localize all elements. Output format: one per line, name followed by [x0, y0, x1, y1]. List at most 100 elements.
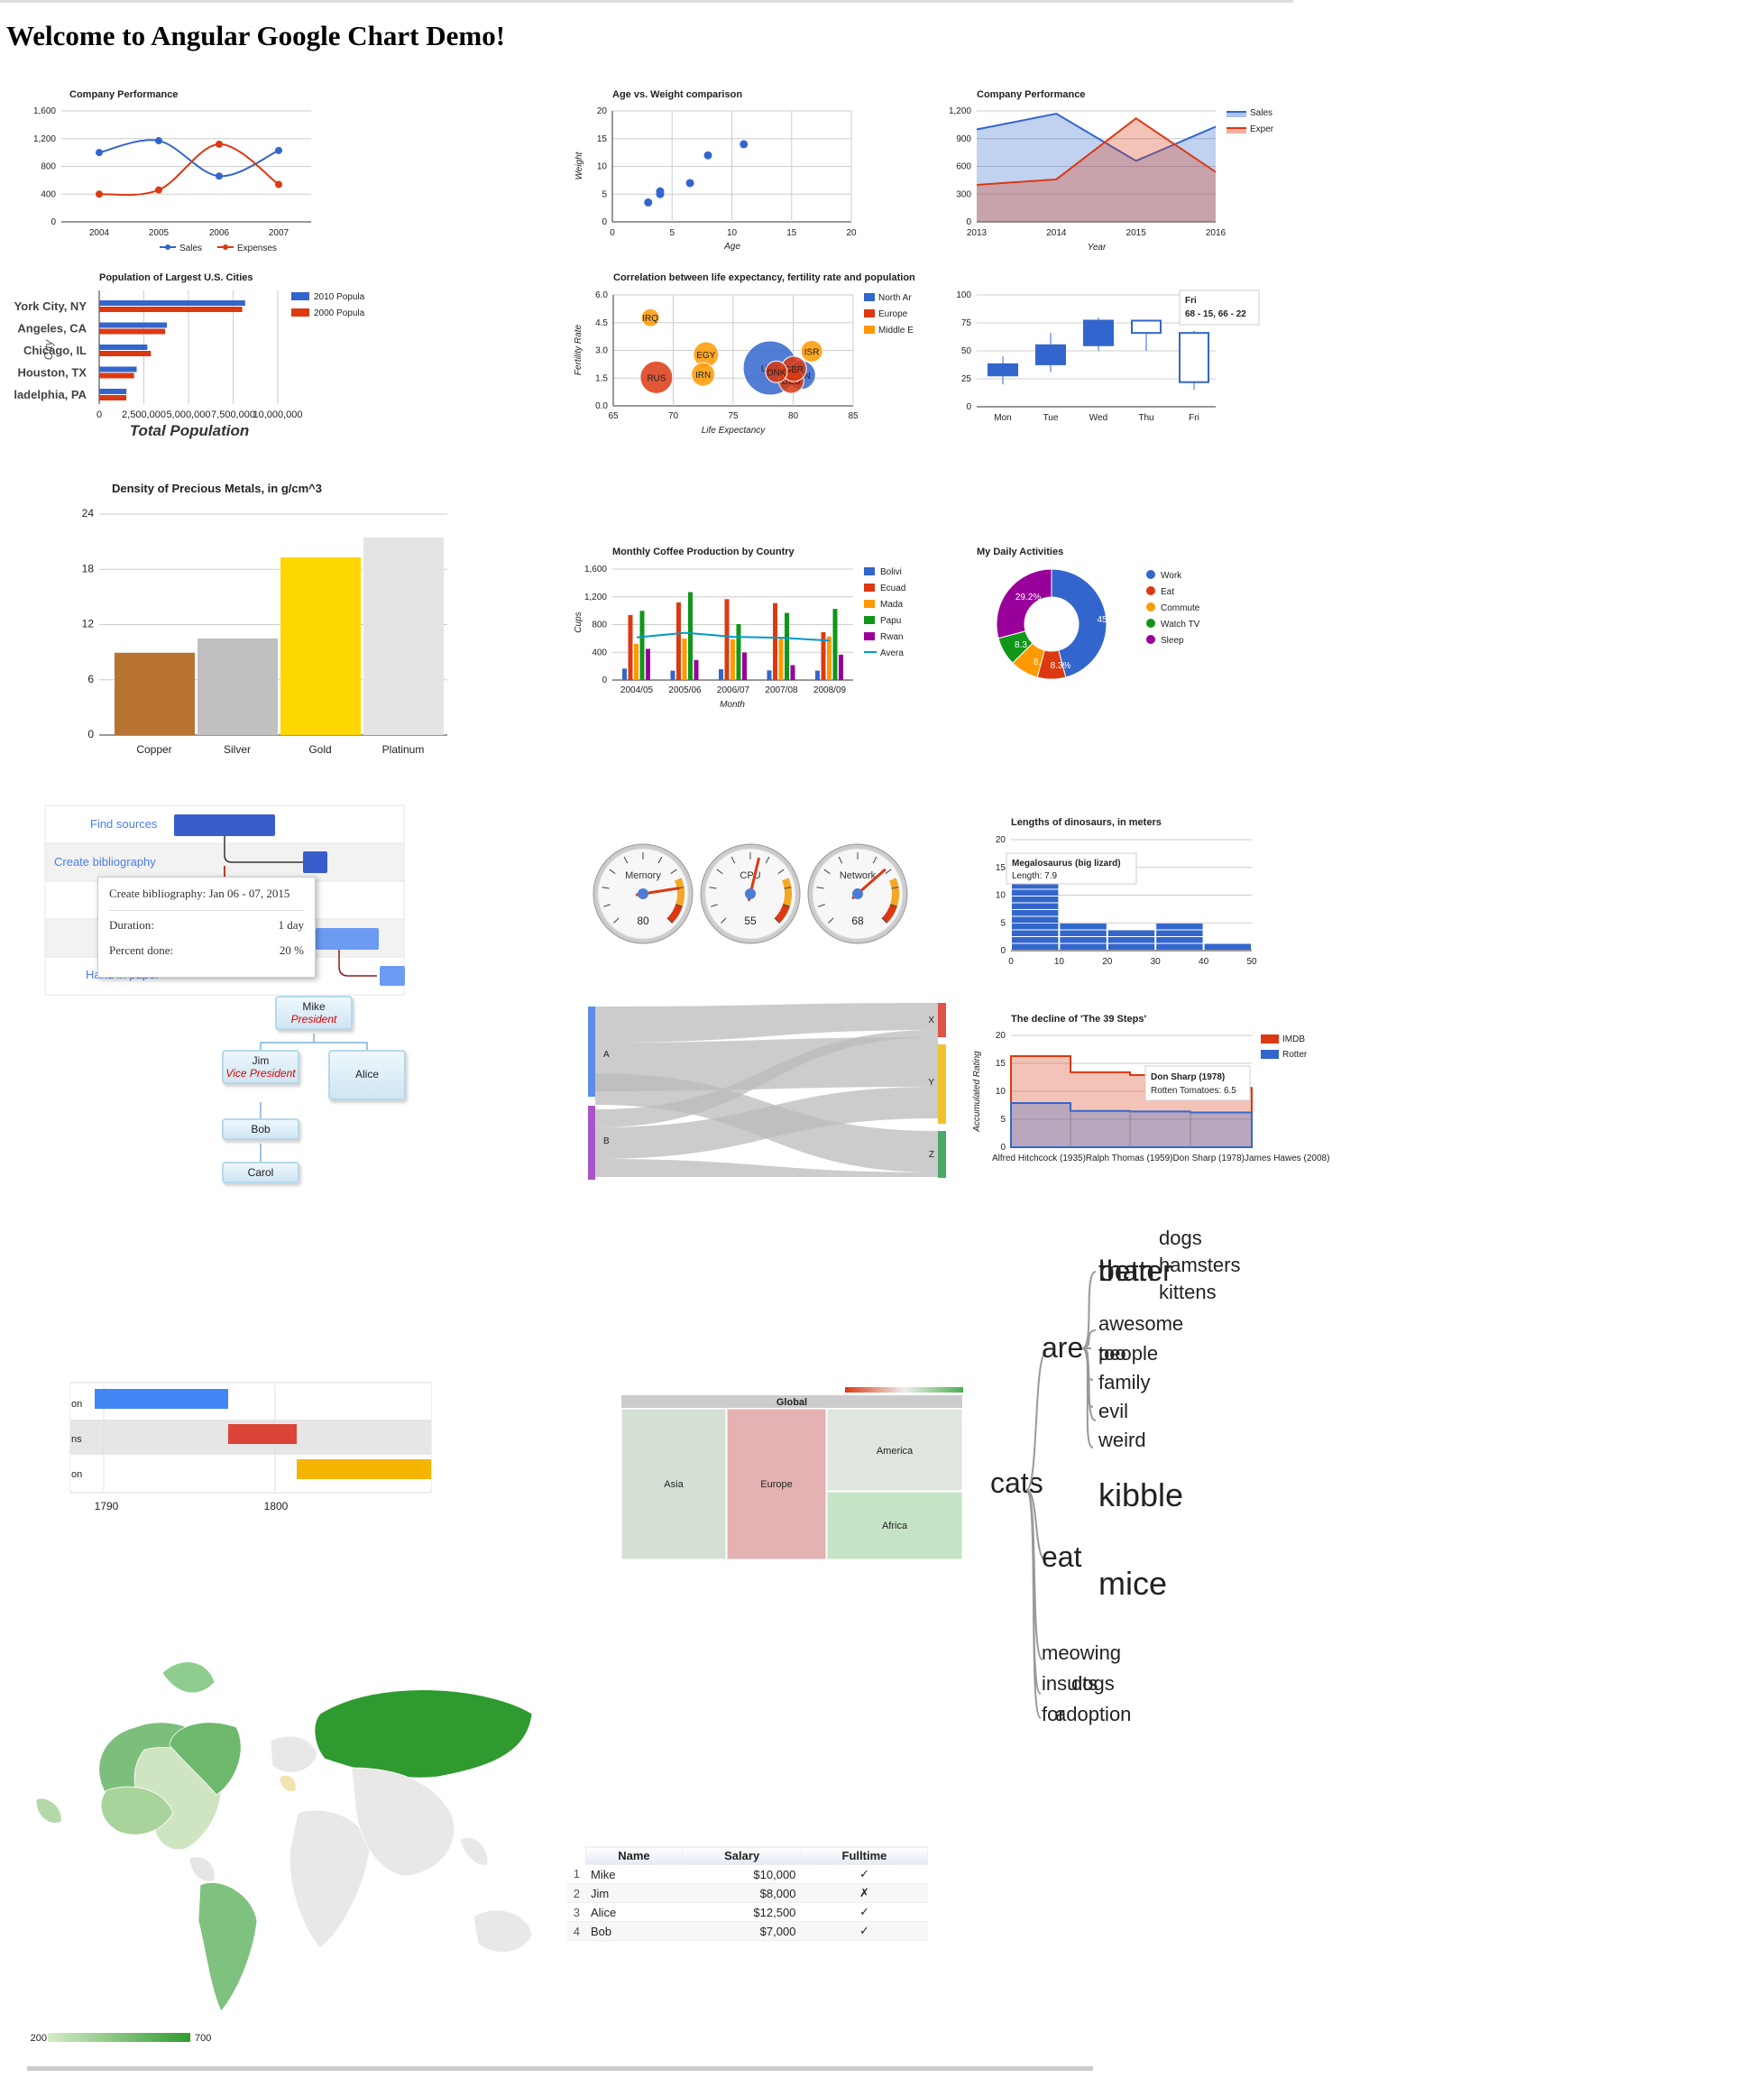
bar[interactable]	[628, 614, 633, 680]
org-node-carol[interactable]: Carol	[222, 1162, 299, 1183]
table-row[interactable]: 2 Jim $8,000 ✗	[567, 1883, 928, 1903]
bar[interactable]	[99, 389, 127, 394]
histogram-cell[interactable]	[1012, 889, 1059, 896]
histogram-cell[interactable]	[1107, 936, 1155, 943]
histogram-cell[interactable]	[1107, 930, 1155, 936]
histogram-cell[interactable]	[1012, 903, 1059, 909]
candle-body[interactable]	[1131, 319, 1162, 335]
bar[interactable]	[785, 612, 789, 680]
bar[interactable]	[99, 372, 134, 379]
map-region[interactable]	[314, 1689, 533, 1779]
map-region[interactable]	[188, 1856, 216, 1882]
org-node-mike[interactable]: Mike President	[275, 996, 353, 1030]
bar[interactable]	[670, 670, 675, 680]
data-point[interactable]	[155, 186, 162, 194]
org-node-jim[interactable]: Jim Vice President	[222, 1050, 299, 1084]
org-node-bob[interactable]: Bob	[222, 1118, 299, 1140]
candle-body[interactable]	[1179, 332, 1209, 383]
data-point[interactable]	[275, 146, 282, 154]
sankey-node[interactable]	[588, 1106, 595, 1180]
data-point[interactable]	[740, 140, 749, 149]
data-point[interactable]	[96, 190, 103, 198]
candle-body[interactable]	[988, 363, 1018, 377]
histogram-cell[interactable]	[1156, 923, 1203, 930]
map-region[interactable]	[161, 1661, 216, 1694]
gantt-bar[interactable]	[380, 966, 405, 986]
org-node-alice[interactable]: Alice	[328, 1050, 406, 1100]
histogram-cell[interactable]	[1204, 943, 1251, 950]
data-point[interactable]	[275, 180, 282, 188]
histogram-cell[interactable]	[1060, 943, 1107, 950]
histogram-cell[interactable]	[1012, 916, 1059, 923]
bar[interactable]	[99, 300, 245, 306]
gantt-bar[interactable]	[316, 928, 379, 950]
histogram-cell[interactable]	[1060, 923, 1107, 930]
table-row[interactable]: 3 Alice $12,500 ✓	[567, 1902, 928, 1922]
bar[interactable]	[839, 654, 843, 680]
bar[interactable]	[639, 611, 645, 680]
bar[interactable]	[827, 636, 831, 680]
sankey-node[interactable]	[588, 1007, 595, 1097]
map-region[interactable]	[289, 1809, 371, 1949]
bar[interactable]	[742, 652, 747, 680]
histogram-cell[interactable]	[1156, 936, 1203, 943]
histogram-cell[interactable]	[1012, 923, 1059, 930]
bar[interactable]	[622, 668, 627, 680]
bar[interactable]	[719, 668, 723, 680]
data-point[interactable]	[155, 137, 162, 145]
histogram-cell[interactable]	[1012, 930, 1059, 936]
data-point[interactable]	[216, 140, 223, 148]
data-point[interactable]	[685, 179, 694, 188]
bar[interactable]	[363, 538, 444, 735]
candle-body[interactable]	[1083, 319, 1114, 346]
data-point[interactable]	[656, 189, 665, 198]
data-point[interactable]	[96, 149, 103, 157]
bar[interactable]	[815, 670, 820, 680]
sankey-node[interactable]	[938, 1044, 946, 1124]
sankey-node[interactable]	[938, 1003, 946, 1037]
bar[interactable]	[99, 322, 168, 328]
histogram-cell[interactable]	[1012, 943, 1059, 950]
sankey-node[interactable]	[938, 1131, 946, 1178]
bar[interactable]	[280, 556, 361, 735]
bar[interactable]	[99, 366, 137, 372]
map-region[interactable]	[473, 1909, 533, 1953]
map-region[interactable]	[35, 1798, 62, 1824]
bar[interactable]	[676, 602, 681, 680]
bar[interactable]	[773, 602, 777, 680]
bar[interactable]	[99, 328, 166, 335]
map-region[interactable]	[270, 1735, 318, 1773]
bar[interactable]	[736, 623, 741, 680]
histogram-cell[interactable]	[1012, 936, 1059, 943]
timeline-bar[interactable]	[228, 1424, 297, 1444]
bar[interactable]	[634, 643, 639, 680]
gantt-bar[interactable]	[303, 851, 327, 873]
candle-body[interactable]	[1035, 344, 1066, 365]
bar[interactable]	[646, 648, 650, 680]
bar[interactable]	[730, 639, 735, 680]
table-header-salary[interactable]: Salary	[682, 1846, 802, 1865]
histogram-cell[interactable]	[1156, 943, 1203, 950]
bar[interactable]	[832, 609, 838, 680]
map-region[interactable]	[459, 1837, 489, 1866]
timeline-bar[interactable]	[95, 1389, 228, 1409]
data-point[interactable]	[703, 151, 712, 160]
table-header-name[interactable]: Name	[584, 1846, 684, 1865]
data-point[interactable]	[216, 172, 223, 180]
histogram-cell[interactable]	[1107, 943, 1155, 950]
histogram-cell[interactable]	[1060, 936, 1107, 943]
bar[interactable]	[790, 665, 795, 680]
bar[interactable]	[99, 345, 148, 350]
bar[interactable]	[115, 652, 195, 735]
data-point[interactable]	[644, 198, 653, 207]
bar[interactable]	[198, 638, 278, 735]
table-row[interactable]: 4 Bob $7,000 ✓	[567, 1921, 928, 1941]
bar[interactable]	[767, 670, 772, 680]
table-row[interactable]: 1 Mike $10,000 ✓	[567, 1864, 928, 1884]
gantt-bar[interactable]	[174, 814, 275, 836]
table-header-fulltime[interactable]: Fulltime	[800, 1846, 929, 1865]
map-region[interactable]	[198, 1882, 258, 2012]
bar[interactable]	[778, 637, 784, 680]
donut-slice[interactable]	[996, 568, 1052, 639]
bar[interactable]	[99, 307, 243, 312]
